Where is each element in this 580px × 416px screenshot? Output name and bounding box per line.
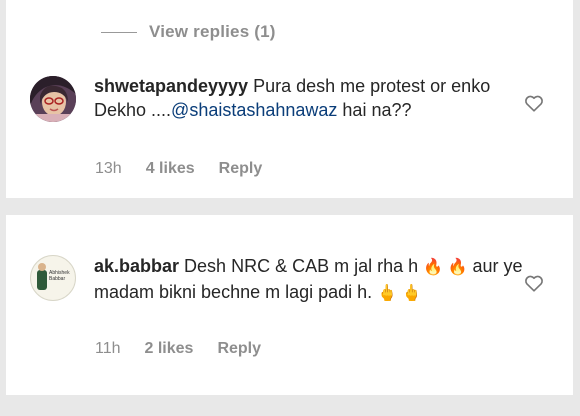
avatar[interactable] — [30, 76, 76, 122]
comment-meta: 11h 2 likes Reply — [95, 340, 285, 358]
heart-outline-icon[interactable] — [523, 272, 545, 294]
comment-username[interactable]: shwetapandeyyyy — [94, 76, 248, 96]
avatar[interactable]: Abhishek Babbar — [30, 255, 76, 301]
comment-meta: 13h 4 likes Reply — [95, 160, 286, 178]
comment-timestamp: 13h — [95, 160, 122, 177]
comment-text: shwetapandeyyyy Pura desh me protest or … — [94, 74, 524, 122]
avatar-name-text: Abhishek Babbar — [49, 270, 70, 282]
replies-divider-line — [101, 31, 137, 33]
fire-emoji: 🔥 🔥 — [423, 259, 468, 276]
reply-button[interactable]: Reply — [217, 340, 261, 358]
comment-body-part2: hai na?? — [337, 100, 412, 120]
middle-finger-emoji: 🖕 🖕 — [377, 285, 422, 302]
avatar-photo — [30, 76, 76, 122]
likes-count-link[interactable]: 4 likes — [146, 160, 195, 178]
comment-text: ak.babbar Desh NRC & CAB m jal rha h 🔥 🔥… — [94, 254, 524, 306]
mention-link[interactable]: @shaistashahnawaz — [171, 100, 337, 120]
view-replies-label[interactable]: View replies (1) — [149, 22, 276, 42]
comment-body-part1: Desh NRC & CAB m jal rha h — [179, 256, 419, 276]
heart-outline-icon[interactable] — [523, 92, 545, 114]
likes-count-link[interactable]: 2 likes — [145, 340, 194, 358]
reply-button[interactable]: Reply — [219, 160, 263, 178]
comment-username[interactable]: ak.babbar — [94, 256, 179, 276]
comment-timestamp: 11h — [95, 340, 121, 357]
view-replies-link[interactable]: View replies (1) — [101, 22, 276, 42]
